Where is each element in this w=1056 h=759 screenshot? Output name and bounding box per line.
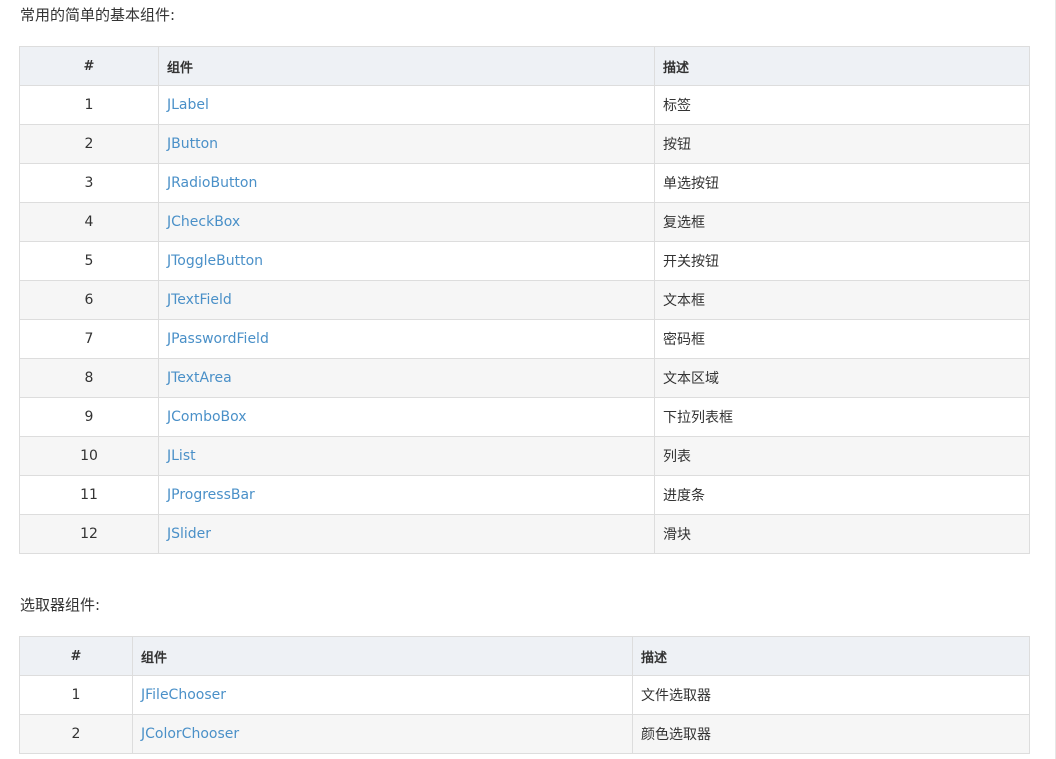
row-number: 1: [19, 85, 159, 125]
component-link[interactable]: JLabel: [158, 85, 655, 125]
component-description: 滑块: [654, 514, 1030, 554]
row-number: 4: [19, 202, 159, 242]
row-number: 8: [19, 358, 159, 398]
component-description: 标签: [654, 85, 1030, 125]
component-description: 复选框: [654, 202, 1030, 242]
column-header-description: 描述: [632, 636, 1030, 676]
column-header-num: #: [19, 636, 133, 676]
row-number: 12: [19, 514, 159, 554]
component-link[interactable]: JToggleButton: [158, 241, 655, 281]
component-description: 单选按钮: [654, 163, 1030, 203]
column-header-num: #: [19, 46, 159, 86]
row-number: 5: [19, 241, 159, 281]
table-row: 7 JPasswordField 密码框: [19, 319, 1030, 359]
table-row: 11 JProgressBar 进度条: [19, 475, 1030, 515]
table-row: 8 JTextArea 文本区域: [19, 358, 1030, 398]
component-link[interactable]: JSlider: [158, 514, 655, 554]
component-link[interactable]: JTextField: [158, 280, 655, 320]
component-description: 列表: [654, 436, 1030, 476]
component-description: 文件选取器: [632, 675, 1030, 715]
chooser-components-table: # 组件 描述 1 JFileChooser 文件选取器 2 JColorCho…: [19, 636, 1030, 754]
component-link[interactable]: JFileChooser: [132, 675, 633, 715]
table-row: 12 JSlider 滑块: [19, 514, 1030, 554]
table-row: 9 JComboBox 下拉列表框: [19, 397, 1030, 437]
table-row: 4 JCheckBox 复选框: [19, 202, 1030, 242]
table-row: 5 JToggleButton 开关按钮: [19, 241, 1030, 281]
component-description: 文本区域: [654, 358, 1030, 398]
column-header-description: 描述: [654, 46, 1030, 86]
component-description: 进度条: [654, 475, 1030, 515]
document-page: 常用的简单的基本组件: # 组件 描述 1 JLabel 标签 2 JButto…: [0, 0, 1056, 759]
section-title-chooser-components: 选取器组件:: [20, 596, 101, 614]
component-link[interactable]: JColorChooser: [132, 714, 633, 754]
table-row: 6 JTextField 文本框: [19, 280, 1030, 320]
row-number: 1: [19, 675, 133, 715]
row-number: 10: [19, 436, 159, 476]
table-header-row: # 组件 描述: [19, 636, 1030, 676]
component-link[interactable]: JTextArea: [158, 358, 655, 398]
component-link[interactable]: JList: [158, 436, 655, 476]
column-header-component: 组件: [158, 46, 655, 86]
component-description: 按钮: [654, 124, 1030, 164]
table-row: 2 JButton 按钮: [19, 124, 1030, 164]
table-row: 1 JFileChooser 文件选取器: [19, 675, 1030, 715]
table-row: 10 JList 列表: [19, 436, 1030, 476]
row-number: 2: [19, 124, 159, 164]
component-description: 颜色选取器: [632, 714, 1030, 754]
component-link[interactable]: JButton: [158, 124, 655, 164]
row-number: 9: [19, 397, 159, 437]
row-number: 3: [19, 163, 159, 203]
component-description: 开关按钮: [654, 241, 1030, 281]
component-link[interactable]: JProgressBar: [158, 475, 655, 515]
table-row: 3 JRadioButton 单选按钮: [19, 163, 1030, 203]
table-header-row: # 组件 描述: [19, 46, 1030, 86]
basic-components-table: # 组件 描述 1 JLabel 标签 2 JButton 按钮 3 JRadi…: [19, 46, 1030, 554]
row-number: 2: [19, 714, 133, 754]
component-link[interactable]: JPasswordField: [158, 319, 655, 359]
table-row: 1 JLabel 标签: [19, 85, 1030, 125]
component-link[interactable]: JComboBox: [158, 397, 655, 437]
table-row: 2 JColorChooser 颜色选取器: [19, 714, 1030, 754]
component-description: 文本框: [654, 280, 1030, 320]
component-link[interactable]: JCheckBox: [158, 202, 655, 242]
row-number: 6: [19, 280, 159, 320]
component-link[interactable]: JRadioButton: [158, 163, 655, 203]
row-number: 7: [19, 319, 159, 359]
column-header-component: 组件: [132, 636, 633, 676]
component-description: 下拉列表框: [654, 397, 1030, 437]
section-title-basic-components: 常用的简单的基本组件:: [20, 6, 176, 24]
row-number: 11: [19, 475, 159, 515]
component-description: 密码框: [654, 319, 1030, 359]
